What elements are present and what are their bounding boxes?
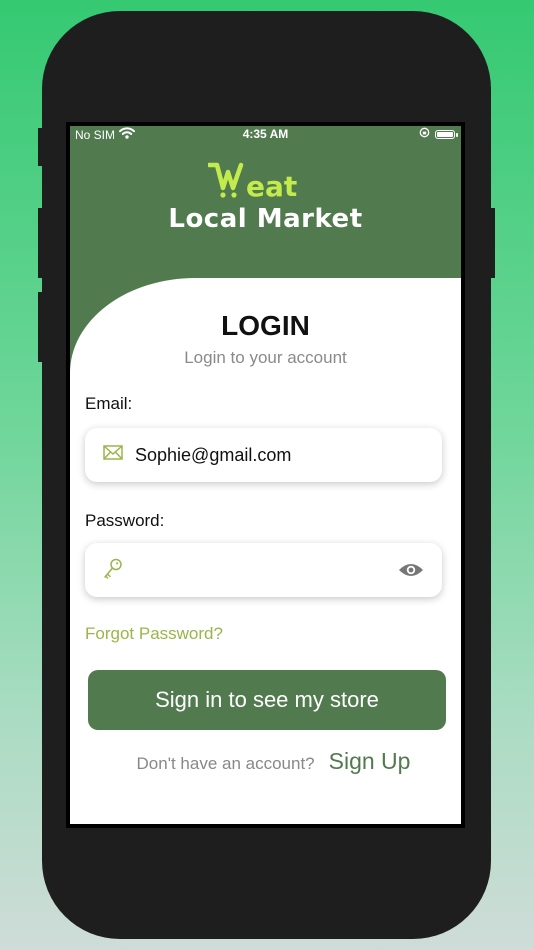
app-name: Local Market bbox=[168, 204, 363, 234]
sign-in-button[interactable]: Sign in to see my store bbox=[88, 670, 446, 730]
phone-power-button bbox=[489, 208, 495, 278]
key-icon bbox=[103, 558, 123, 585]
logo-mark: eat bbox=[206, 160, 298, 203]
envelope-icon bbox=[103, 444, 123, 467]
orientation-lock-icon bbox=[419, 127, 430, 141]
email-field[interactable] bbox=[85, 428, 442, 482]
password-input[interactable] bbox=[135, 560, 395, 581]
password-label: Password: bbox=[85, 511, 165, 530]
status-right bbox=[419, 127, 458, 141]
forgot-password-link[interactable]: Forgot Password? bbox=[85, 624, 223, 644]
login-card: LOGIN Login to your account Email: Passw… bbox=[70, 278, 461, 824]
password-field[interactable] bbox=[85, 543, 442, 597]
page-title: LOGIN bbox=[221, 310, 310, 341]
signup-row: Don't have an account? Sign Up bbox=[70, 748, 461, 775]
app-screen: No SIM 4:35 AM eat Local Market LOGIN Lo… bbox=[70, 126, 461, 824]
page-subtitle: Login to your account bbox=[184, 348, 347, 367]
sign-up-link[interactable]: Sign Up bbox=[329, 748, 411, 775]
battery-icon bbox=[435, 129, 458, 139]
email-input[interactable] bbox=[135, 445, 395, 466]
phone-volume-up bbox=[38, 208, 44, 278]
logo-word: eat bbox=[246, 170, 298, 203]
phone-mute-switch bbox=[38, 128, 44, 166]
email-label: Email: bbox=[85, 394, 133, 413]
app-logo: eat Local Market bbox=[70, 160, 461, 240]
signup-prompt: Don't have an account? bbox=[136, 754, 315, 773]
cart-w-icon bbox=[206, 160, 244, 203]
status-time: 4:35 AM bbox=[242, 127, 289, 141]
phone-volume-down bbox=[38, 292, 44, 362]
status-bar: No SIM 4:35 AM bbox=[70, 126, 461, 142]
eye-icon[interactable] bbox=[398, 561, 424, 584]
